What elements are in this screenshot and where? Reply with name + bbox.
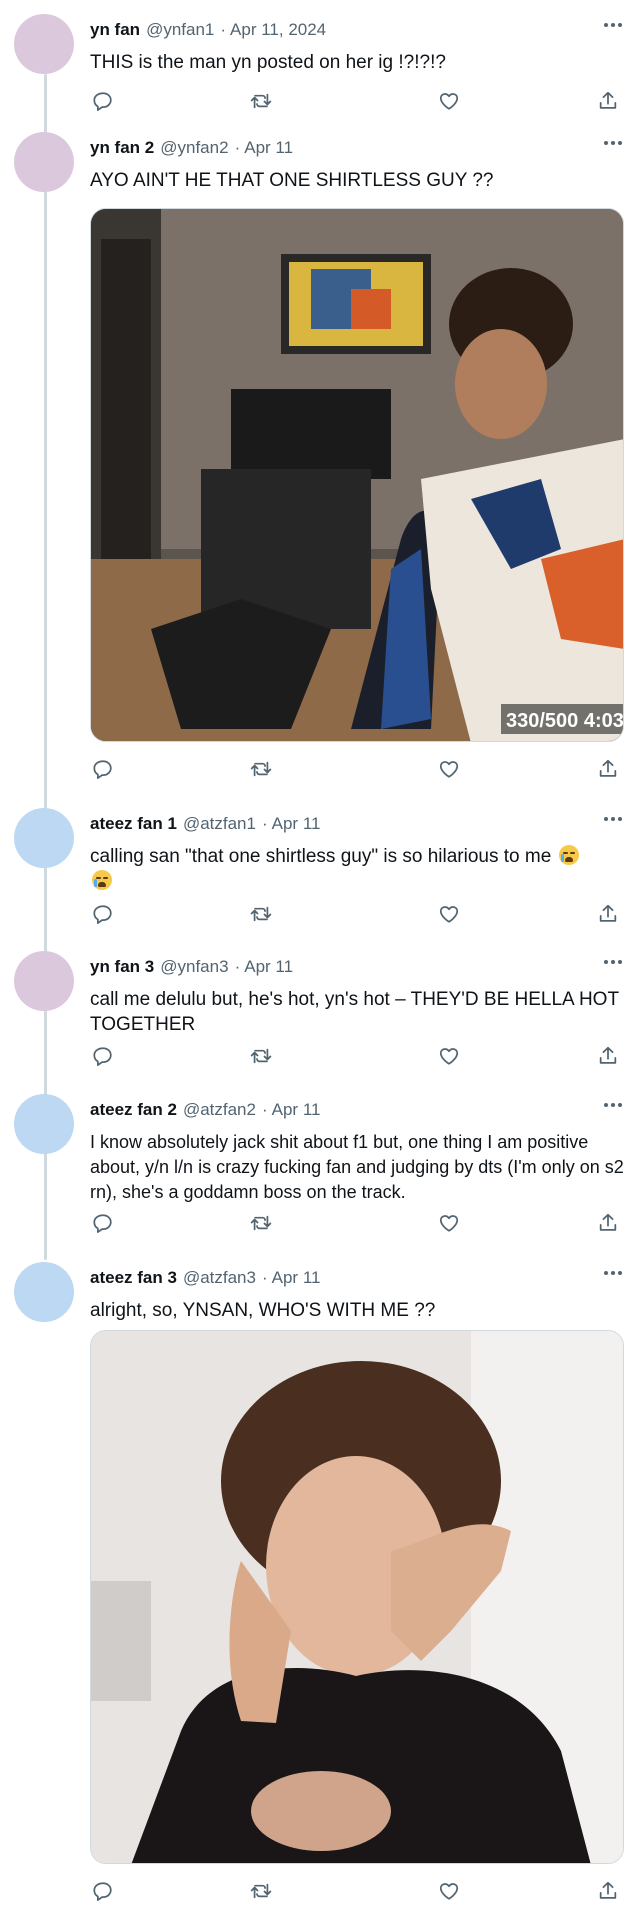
share-icon[interactable] [595, 901, 621, 927]
display-name[interactable]: ateez fan 2 [90, 1100, 177, 1119]
separator-dot: · [261, 1268, 268, 1287]
user-handle[interactable]: @atzfan1 [183, 814, 256, 833]
tweet-text: THIS is the man yn posted on her ig !?!?… [90, 52, 446, 73]
more-icon[interactable] [602, 1262, 624, 1284]
like-icon[interactable] [436, 756, 462, 782]
tweet-header: ateez fan 3 @atzfan3 · Apr 11 [90, 1267, 320, 1289]
separator-dot: · [234, 138, 241, 157]
avatar[interactable] [14, 1094, 74, 1154]
tweet-header: yn fan 2 @ynfan2 · Apr 11 [90, 137, 293, 159]
display-name[interactable]: ateez fan 3 [90, 1268, 177, 1287]
separator-dot: · [261, 814, 268, 833]
share-icon[interactable] [595, 88, 621, 114]
share-icon[interactable] [595, 756, 621, 782]
tweet-actions [90, 1043, 624, 1069]
reply-icon[interactable] [90, 756, 116, 782]
tweet-date[interactable]: Apr 11 [244, 957, 293, 976]
tweet-text: AYO AIN'T HE THAT ONE SHIRTLESS GUY ?? [90, 170, 494, 191]
display-name[interactable]: ateez fan 1 [90, 814, 177, 833]
tweet-date[interactable]: Apr 11 [272, 1100, 321, 1119]
retweet-icon[interactable] [248, 901, 274, 927]
avatar[interactable] [14, 808, 74, 868]
like-icon[interactable] [436, 88, 462, 114]
like-icon[interactable] [436, 1043, 462, 1069]
tweet[interactable]: yn fan 3 @ynfan3 · Apr 11 call me delulu bu… [0, 937, 640, 1085]
tweet-media-image[interactable] [90, 1330, 624, 1864]
more-icon[interactable] [602, 808, 624, 830]
reply-icon[interactable] [90, 88, 116, 114]
like-icon[interactable] [436, 1210, 462, 1236]
retweet-icon[interactable] [248, 1043, 274, 1069]
share-icon[interactable] [595, 1043, 621, 1069]
tweet-actions [90, 756, 624, 782]
tweet-text: call me delulu but, he's hot, yn's hot –… [90, 989, 619, 1035]
tweet-header: ateez fan 1 @atzfan1 · Apr 11 [90, 813, 320, 835]
tweet-text-block: calling san "that one shirtless guy" is … [90, 844, 624, 894]
loudly-crying-face-icon [558, 845, 579, 865]
display-name[interactable]: yn fan 2 [90, 138, 154, 157]
tweet-text: I know absolutely jack shit about f1 but… [90, 1132, 624, 1202]
user-handle[interactable]: @ynfan3 [160, 957, 228, 976]
loudly-crying-face-icon [92, 870, 112, 890]
user-handle[interactable]: @ynfan1 [146, 20, 214, 39]
avatar[interactable] [14, 14, 74, 74]
avatar[interactable] [14, 132, 74, 192]
tweet[interactable]: ateez fan 1 @atzfan1 · Apr 11 calling san "… [0, 794, 640, 944]
display-name[interactable]: yn fan [90, 20, 140, 39]
more-icon[interactable] [602, 132, 624, 154]
separator-dot: · [220, 20, 227, 39]
tweet-text: alright, so, YNSAN, WHO'S WITH ME ?? [90, 1300, 436, 1321]
like-icon[interactable] [436, 901, 462, 927]
tweet[interactable]: yn fan @ynfan1 · Apr 11, 2024 THIS is the m… [0, 0, 640, 126]
separator-dot: · [261, 1100, 268, 1119]
retweet-icon[interactable] [248, 756, 274, 782]
user-handle[interactable]: @ynfan2 [160, 138, 228, 157]
share-icon[interactable] [595, 1878, 621, 1904]
tweet-media-image[interactable]: 330/500 4:03 [90, 208, 624, 742]
tweet-date[interactable]: Apr 11, 2024 [230, 20, 326, 39]
tweet-date[interactable]: Apr 11 [272, 1268, 321, 1287]
conversation-thread: yn fan @ynfan1 · Apr 11, 2024 THIS is the m… [0, 0, 640, 1920]
more-icon[interactable] [602, 1094, 624, 1116]
tweet-date[interactable]: Apr 11 [272, 814, 321, 833]
tweet-actions [90, 88, 624, 114]
retweet-icon[interactable] [248, 1210, 274, 1236]
tweet-actions [90, 1878, 624, 1904]
media-overlay-text: 330/500 4:03 [506, 710, 624, 732]
tweet-header: yn fan @ynfan1 · Apr 11, 2024 [90, 19, 326, 41]
avatar[interactable] [14, 951, 74, 1011]
avatar[interactable] [14, 1262, 74, 1322]
tweet-text: calling san "that one shirtless guy" is … [90, 846, 552, 867]
more-icon[interactable] [602, 951, 624, 973]
tweet[interactable]: ateez fan 3 @atzfan3 · Apr 11 alright, so, … [0, 1248, 640, 1920]
reply-icon[interactable] [90, 901, 116, 927]
tweet[interactable]: ateez fan 2 @atzfan2 · Apr 11 I know absolu… [0, 1080, 640, 1252]
reply-icon[interactable] [90, 1878, 116, 1904]
more-icon[interactable] [602, 14, 624, 36]
display-name[interactable]: yn fan 3 [90, 957, 154, 976]
user-handle[interactable]: @atzfan3 [183, 1268, 256, 1287]
separator-dot: · [234, 957, 241, 976]
share-icon[interactable] [595, 1210, 621, 1236]
streamer-room-photo: 330/500 4:03 [91, 209, 624, 741]
retweet-icon[interactable] [248, 1878, 274, 1904]
like-icon[interactable] [436, 1878, 462, 1904]
tweet-actions [90, 901, 624, 927]
retweet-icon[interactable] [248, 88, 274, 114]
reply-icon[interactable] [90, 1210, 116, 1236]
tweet-date[interactable]: Apr 11 [244, 138, 293, 157]
user-handle[interactable]: @atzfan2 [183, 1100, 256, 1119]
tweet-header: yn fan 3 @ynfan3 · Apr 11 [90, 956, 293, 978]
reply-icon[interactable] [90, 1043, 116, 1069]
tweet-actions [90, 1210, 624, 1236]
tweet[interactable]: yn fan 2 @ynfan2 · Apr 11 AYO AIN'T HE THAT… [0, 118, 640, 788]
person-photo [91, 1331, 623, 1863]
tweet-header: ateez fan 2 @atzfan2 · Apr 11 [90, 1099, 320, 1121]
